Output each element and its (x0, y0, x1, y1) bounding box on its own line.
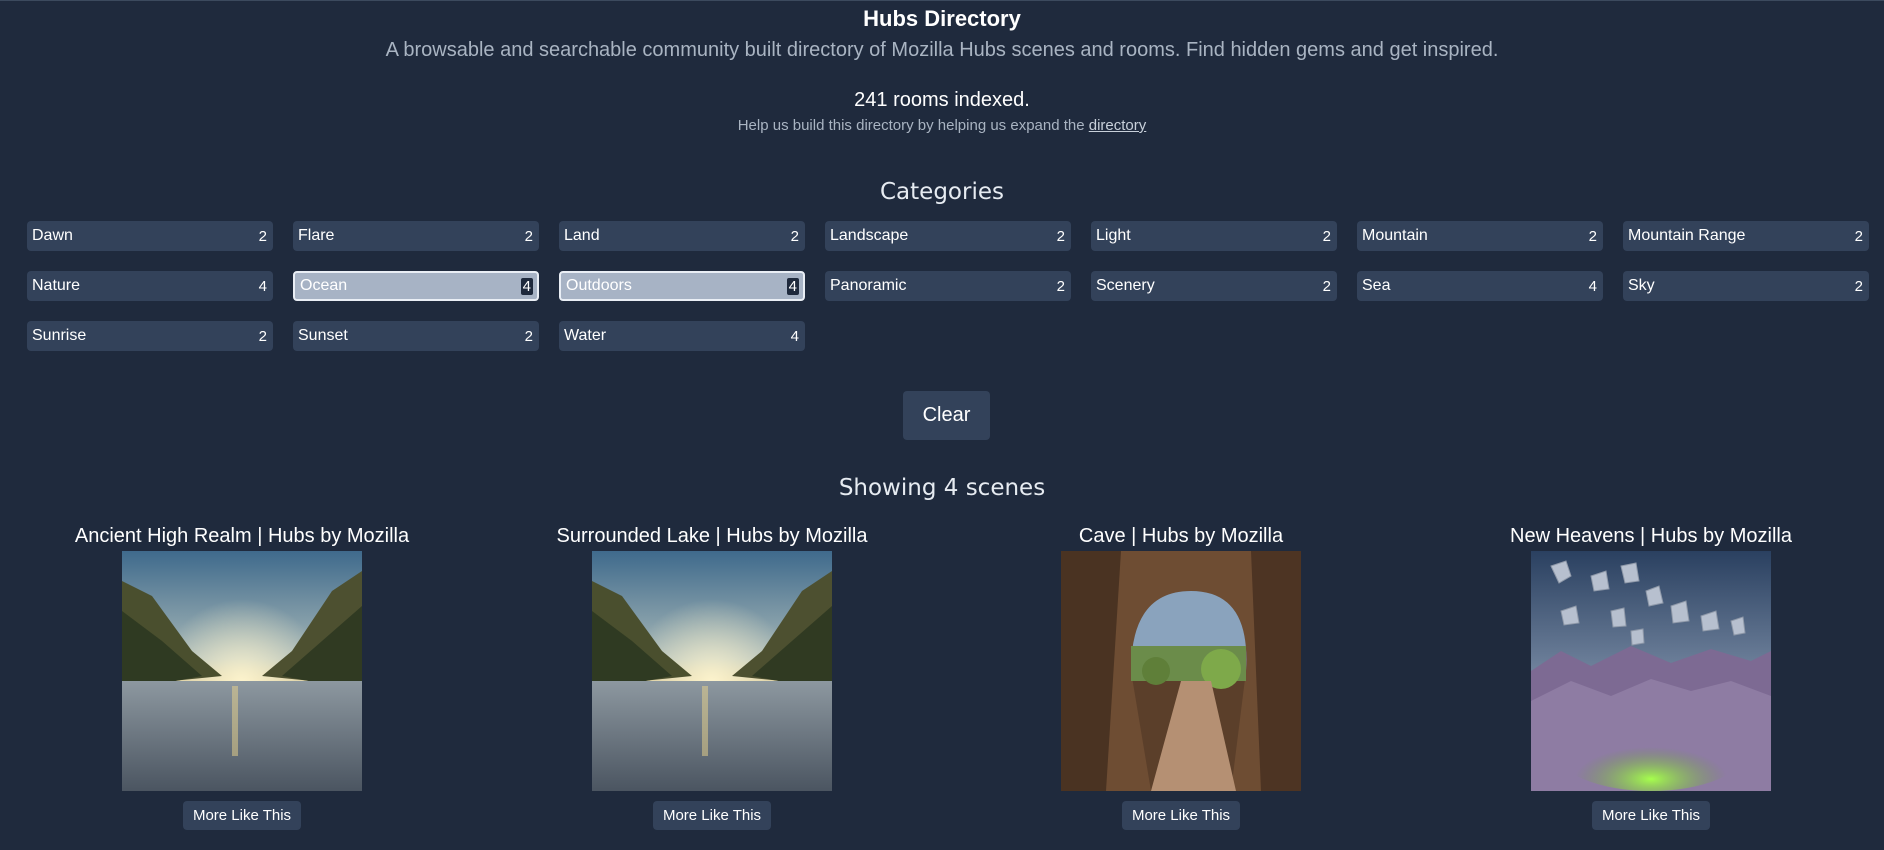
category-sunrise[interactable]: Sunrise 2 (27, 321, 273, 351)
category-label: Mountain (1362, 227, 1428, 244)
category-label: Sky (1628, 277, 1655, 294)
page-subtitle: A browsable and searchable community bui… (385, 39, 1499, 61)
category-nature[interactable]: Nature 4 (27, 271, 273, 301)
scene-card: Ancient High Realm | Hubs by Mozilla Mor… (7, 523, 477, 830)
category-dawn[interactable]: Dawn 2 (27, 221, 273, 251)
top-border (0, 0, 1884, 1)
category-count: 2 (790, 227, 799, 245)
category-count: 2 (1854, 227, 1863, 245)
category-flare[interactable]: Flare 2 (293, 221, 539, 251)
category-count: 2 (524, 327, 533, 345)
category-label: Mountain Range (1628, 227, 1746, 244)
category-label: Ocean (300, 277, 348, 294)
help-text: Help us build this directory by helping … (0, 117, 1884, 134)
category-label: Flare (298, 227, 335, 244)
category-label: Nature (32, 277, 81, 294)
category-label: Light (1096, 227, 1131, 244)
category-count: 2 (258, 327, 267, 345)
category-count: 2 (1322, 277, 1331, 295)
results-count: Showing 4 scenes (838, 475, 1046, 501)
category-label: Scenery (1096, 277, 1155, 294)
category-count: 4 (786, 277, 799, 295)
more-like-this-button[interactable]: More Like This (182, 801, 302, 830)
more-like-this-button[interactable]: More Like This (1121, 801, 1241, 830)
rooms-indexed-count: 241 rooms indexed. (854, 89, 1030, 111)
scene-title[interactable]: New Heavens | Hubs by Mozilla (1416, 523, 1884, 551)
category-count: 2 (524, 227, 533, 245)
category-sky[interactable]: Sky 2 (1623, 271, 1869, 301)
category-count: 4 (520, 277, 533, 295)
scene-title[interactable]: Cave | Hubs by Mozilla (946, 523, 1416, 551)
category-water[interactable]: Water 4 (559, 321, 805, 351)
clear-button[interactable]: Clear (903, 391, 990, 440)
category-panoramic[interactable]: Panoramic 2 (825, 271, 1071, 301)
category-label: Dawn (32, 227, 73, 244)
category-label: Sunset (298, 327, 348, 344)
category-count: 2 (258, 227, 267, 245)
category-sea[interactable]: Sea 4 (1357, 271, 1603, 301)
category-count: 2 (1588, 227, 1597, 245)
scene-thumbnail[interactable] (1531, 551, 1771, 791)
scene-title[interactable]: Ancient High Realm | Hubs by Mozilla (7, 523, 477, 551)
scene-thumbnail[interactable] (592, 551, 832, 791)
scene-card: Surrounded Lake | Hubs by Mozilla More L… (477, 523, 947, 830)
category-grid: Dawn 2 Flare 2 Land 2 Landscape 2 Light 2 Mou… (27, 221, 1869, 351)
scene-card: New Heavens | Hubs by Mozilla More Like … (1416, 523, 1884, 830)
category-count: 2 (1056, 227, 1065, 245)
category-label: Landscape (830, 227, 909, 244)
scene-title[interactable]: Surrounded Lake | Hubs by Mozilla (477, 523, 947, 551)
category-sunset[interactable]: Sunset 2 (293, 321, 539, 351)
page-title: Hubs Directory (863, 6, 1021, 31)
category-label: Water (564, 327, 607, 344)
category-landscape[interactable]: Landscape 2 (825, 221, 1071, 251)
more-like-this-button[interactable]: More Like This (652, 801, 772, 830)
help-text-label: Help us build this directory by helping … (737, 117, 1089, 134)
category-light[interactable]: Light 2 (1091, 221, 1337, 251)
category-outdoors[interactable]: Outdoors 4 (559, 271, 805, 301)
more-like-this-button[interactable]: More Like This (1591, 801, 1711, 830)
category-label: Sunrise (32, 327, 87, 344)
category-ocean[interactable]: Ocean 4 (293, 271, 539, 301)
scene-card: Cave | Hubs by Mozilla More Like This (946, 523, 1416, 830)
category-land[interactable]: Land 2 (559, 221, 805, 251)
scene-thumbnail[interactable] (122, 551, 362, 791)
directory-link[interactable]: directory (1089, 117, 1147, 134)
scene-thumbnail[interactable] (1061, 551, 1301, 791)
category-label: Sea (1362, 277, 1391, 294)
category-count: 4 (1588, 277, 1597, 295)
category-count: 2 (1854, 277, 1863, 295)
category-count: 4 (790, 327, 799, 345)
categories-heading: Categories (880, 179, 1004, 205)
category-label: Land (564, 227, 600, 244)
category-mountain-range[interactable]: Mountain Range 2 (1623, 221, 1869, 251)
category-count: 2 (1056, 277, 1065, 295)
category-count: 4 (258, 277, 267, 295)
category-mountain[interactable]: Mountain 2 (1357, 221, 1603, 251)
category-count: 2 (1322, 227, 1331, 245)
category-label: Panoramic (830, 277, 907, 294)
category-label: Outdoors (566, 277, 632, 294)
category-scenery[interactable]: Scenery 2 (1091, 271, 1337, 301)
